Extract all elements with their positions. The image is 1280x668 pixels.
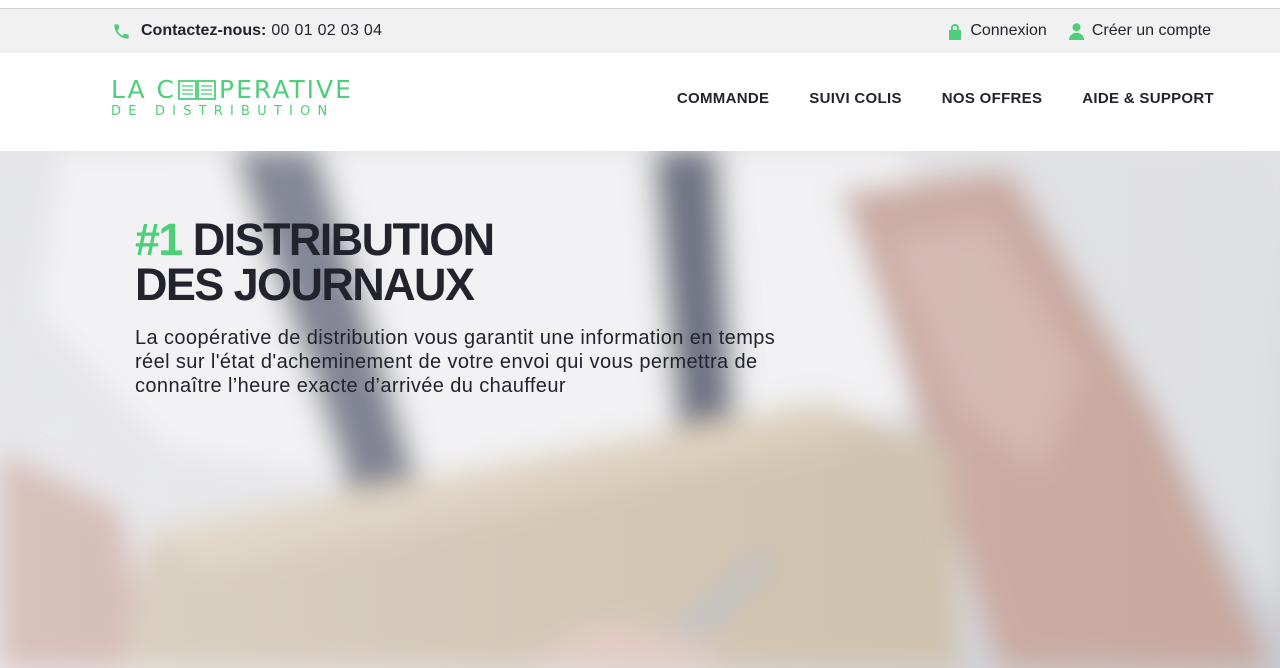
hero-title: #1 DISTRIBUTION DES JOURNAUX — [135, 217, 695, 307]
account-links: Connexion Créer un compte — [948, 20, 1211, 42]
hero-title-accent: #1 — [135, 214, 183, 265]
contact-phone[interactable]: 00 01 02 03 04 — [271, 22, 382, 39]
lock-icon — [949, 23, 962, 40]
logo-tagline: DE DISTRIBUTION — [111, 104, 335, 119]
register-link[interactable]: Créer un compte — [1068, 22, 1211, 40]
logo-text-left: LA C — [111, 75, 177, 104]
hero-banner: #1 DISTRIBUTION DES JOURNAUX La coopérat… — [0, 151, 1280, 668]
site-header: LA C PERATIVE DE DISTRIBUTION COMMANDE S… — [0, 53, 1280, 151]
nav-item-commande[interactable]: COMMANDE — [677, 90, 769, 107]
nav-item-nos-offres[interactable]: NOS OFFRES — [942, 90, 1043, 107]
newspaper-icon — [178, 80, 216, 100]
top-bar: Contactez-nous: 00 01 02 03 04 Connexion … — [0, 0, 1280, 53]
login-label: Connexion — [970, 22, 1047, 39]
hero-description: La coopérative de distribution vous gara… — [135, 327, 776, 397]
hero-title-line1: DISTRIBUTION — [192, 214, 495, 265]
site-logo[interactable]: LA C PERATIVE DE DISTRIBUTION — [111, 77, 371, 123]
login-link[interactable]: Connexion — [948, 22, 1047, 40]
contact-label: Contactez-nous: — [141, 22, 267, 39]
user-icon — [1068, 22, 1084, 40]
logo-text-right: PERATIVE — [219, 75, 353, 104]
register-label: Créer un compte — [1091, 22, 1211, 39]
main-nav: COMMANDE SUIVI COLIS NOS OFFRES AIDE & S… — [677, 90, 1214, 107]
nav-item-suivi-colis[interactable]: SUIVI COLIS — [809, 90, 901, 107]
phone-icon — [114, 23, 129, 39]
nav-item-aide-support[interactable]: AIDE & SUPPORT — [1082, 90, 1214, 107]
top-bar-inner: Contactez-nous: 00 01 02 03 04 Connexion … — [0, 8, 1280, 53]
hero-title-line2: DES JOURNAUX — [135, 259, 475, 310]
contact-info: Contactez-nous: 00 01 02 03 04 — [112, 20, 382, 42]
logo-wordmark: LA C PERATIVE — [111, 77, 371, 103]
